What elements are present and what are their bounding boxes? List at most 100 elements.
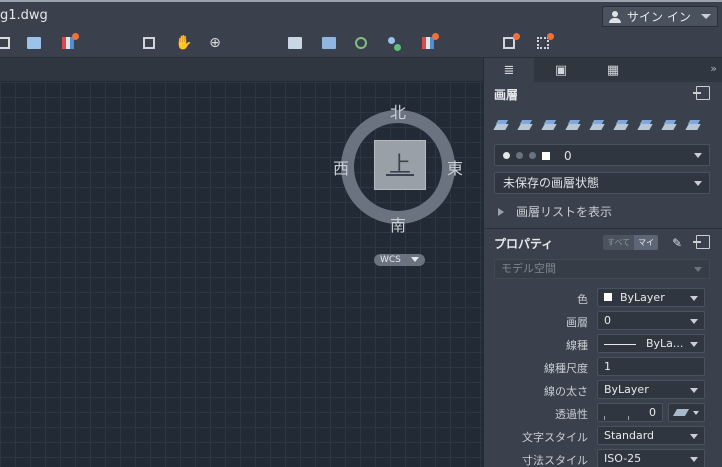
- drawing-tab-bar: [0, 58, 483, 82]
- layers-tab-icon: ≣: [503, 62, 515, 78]
- prop-label: 線種尺度: [544, 362, 588, 375]
- blocks-tab-icon: ▣: [554, 62, 568, 78]
- expand-palette-button[interactable]: »: [710, 62, 717, 75]
- layer-on-icon: [503, 152, 510, 159]
- new-layer-icon[interactable]: [494, 118, 509, 133]
- quick-access-toolbar: ✋ ⊕: [0, 30, 722, 58]
- viewcube-top-face[interactable]: 上: [374, 140, 426, 190]
- chevron-down-icon: [690, 388, 698, 393]
- layer-freeze-icon[interactable]: [662, 118, 677, 133]
- toggle-mine[interactable]: マイ: [634, 235, 659, 250]
- slider-tick: [628, 416, 629, 420]
- prop-row-linetype: 線種 ByLa...: [484, 334, 722, 354]
- viewcube-face-label: 上: [388, 153, 411, 178]
- compass-west[interactable]: 西: [333, 155, 349, 179]
- prop-row-layer: 画層 0: [484, 311, 722, 331]
- properties-panel-exit-icon[interactable]: [693, 235, 710, 249]
- color-dropdown[interactable]: ByLayer: [597, 288, 705, 307]
- chevron-down-icon: [694, 181, 702, 186]
- prop-value: ByLa...: [646, 337, 684, 350]
- prop-value: ISO-25: [604, 452, 642, 465]
- prop-label: 文字スタイル: [522, 431, 588, 444]
- transparency-dropdown[interactable]: [668, 403, 705, 422]
- tab-layers[interactable]: ≣: [484, 58, 534, 82]
- tab-properties[interactable]: ▦: [588, 58, 638, 82]
- prop-row-linetype-scale: 線種尺度 1: [484, 357, 722, 377]
- toggle-all[interactable]: すべて: [603, 235, 635, 250]
- view-icon[interactable]: [535, 33, 554, 51]
- layer-match-icon[interactable]: [386, 35, 402, 51]
- render-icon[interactable]: [501, 33, 520, 51]
- color-swatch: [604, 293, 612, 301]
- layers-panel-exit-icon[interactable]: [693, 86, 710, 100]
- chevron-down-icon: [701, 14, 711, 19]
- prop-value: 1: [604, 360, 611, 373]
- prop-label: 透過性: [555, 408, 588, 421]
- linetype-dropdown[interactable]: ByLa...: [597, 334, 705, 353]
- zoom-window-icon[interactable]: [141, 35, 157, 51]
- prop-label: 線種: [566, 339, 588, 352]
- layer-off-icon[interactable]: [638, 118, 653, 133]
- properties-tab-icon: ▦: [606, 62, 620, 78]
- prop-label: 線の太さ: [544, 385, 588, 398]
- edit-properties-icon[interactable]: ✎: [670, 235, 684, 250]
- compass-east[interactable]: 東: [447, 155, 463, 179]
- show-layer-list-label: 画層リストを表示: [516, 205, 613, 219]
- title-bar: g1.dwg サイン イン: [0, 0, 722, 30]
- prop-value: ByLayer: [620, 291, 665, 304]
- layer-tools-row: [494, 118, 714, 134]
- properties-icon[interactable]: [287, 35, 303, 51]
- layer-icon[interactable]: [353, 35, 369, 51]
- chevron-down-icon: [411, 257, 419, 262]
- layer-isolate-icon[interactable]: [614, 118, 629, 133]
- layer-dropdown[interactable]: 0: [597, 311, 705, 330]
- current-layer-name: 0: [564, 148, 572, 163]
- chevron-down-icon: [690, 319, 698, 324]
- delete-layer-icon[interactable]: [518, 118, 533, 133]
- layer-freeze-icon: [529, 152, 536, 159]
- match-properties-icon[interactable]: [321, 35, 337, 51]
- layers-section-title: 画層: [494, 88, 519, 102]
- dim-style-dropdown[interactable]: ISO-25: [597, 449, 705, 467]
- wcs-label: WCS: [380, 255, 401, 265]
- chevron-down-icon: [694, 153, 702, 158]
- user-icon: [609, 10, 621, 23]
- wcs-menu-button[interactable]: WCS: [374, 254, 425, 266]
- chevron-down-icon: [690, 457, 698, 462]
- prop-label: 色: [577, 293, 588, 306]
- layer-previous-icon[interactable]: [590, 118, 605, 133]
- sign-in-button[interactable]: サイン イン: [602, 6, 718, 27]
- set-current-layer-icon[interactable]: [542, 118, 557, 133]
- prop-row-text-style: 文字スタイル Standard: [484, 426, 722, 446]
- text-style-dropdown[interactable]: Standard: [597, 426, 705, 445]
- tab-blocks[interactable]: ▣: [536, 58, 586, 82]
- properties-filter-toggle[interactable]: すべて マイ: [603, 235, 659, 250]
- layer-state-icon[interactable]: [60, 33, 79, 51]
- palette-tab-bar: ≣ ▣ ▦ »: [484, 58, 722, 82]
- object-type-dropdown[interactable]: モデル空間: [494, 259, 710, 279]
- lineweight-dropdown[interactable]: ByLayer: [597, 380, 705, 399]
- current-layer-dropdown[interactable]: 0: [494, 144, 710, 166]
- layer-state-label: 未保存の画層状態: [503, 176, 600, 190]
- layer-match-icon[interactable]: [566, 118, 581, 133]
- orbit-icon[interactable]: ⊕: [207, 35, 223, 51]
- show-layer-list-toggle[interactable]: 画層リストを表示: [498, 203, 612, 220]
- transparency-slider[interactable]: 0: [597, 403, 663, 422]
- prop-value: ByLayer: [604, 383, 649, 396]
- layer-state-dropdown[interactable]: 未保存の画層状態: [494, 172, 710, 194]
- layer-color-swatch: [542, 151, 550, 160]
- save-icon[interactable]: [26, 35, 42, 51]
- prop-label: 寸法スタイル: [522, 454, 588, 467]
- linetype-scale-input[interactable]: 1: [597, 357, 705, 376]
- slider-tick: [604, 416, 605, 420]
- layer-isolate-icon[interactable]: [420, 33, 439, 51]
- prop-label: 画層: [566, 316, 588, 329]
- pan-hand-icon[interactable]: ✋: [175, 35, 192, 51]
- chevron-down-icon: [693, 411, 699, 415]
- open-icon[interactable]: [0, 35, 12, 51]
- compass-north[interactable]: 北: [390, 99, 406, 123]
- prop-value: 0: [649, 406, 656, 419]
- section-divider: [484, 228, 722, 229]
- compass-south[interactable]: 南: [390, 212, 406, 236]
- layer-lock-icon[interactable]: [686, 118, 701, 133]
